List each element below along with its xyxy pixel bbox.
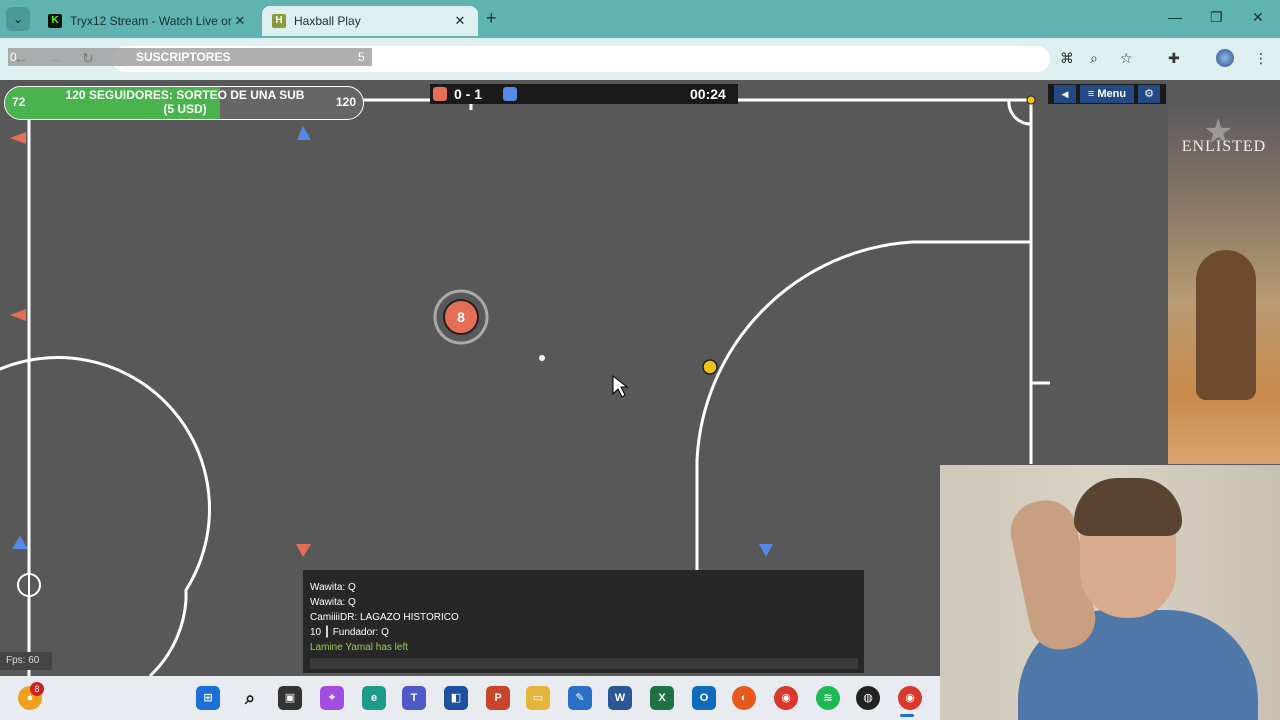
player-number: 8 <box>457 309 465 325</box>
chat-message: 10 ┃ Fundador: Q <box>310 627 389 638</box>
followers-current: 72 <box>12 95 26 109</box>
haxball-favicon-icon: H <box>272 14 286 28</box>
score: 0 - 1 <box>454 86 483 102</box>
obs-icon[interactable]: ◍ <box>856 686 880 710</box>
fps-text: Fps: 60 <box>6 655 40 666</box>
minimize-icon[interactable]: — <box>1168 9 1182 25</box>
teams-icon[interactable]: T <box>402 686 426 710</box>
ad-title: ENLISTED <box>1181 138 1267 155</box>
red-marker-left-mid <box>10 309 26 321</box>
chrome-active-icon[interactable]: ◉ <box>898 686 922 710</box>
tab-close-icon[interactable]: ✕ <box>232 13 248 29</box>
excel-icon[interactable]: X <box>650 686 674 710</box>
firefox-icon[interactable]: ◐ <box>732 686 756 710</box>
paint-icon[interactable]: ✎ <box>568 686 592 710</box>
match-timer: 00:24 <box>690 86 726 102</box>
subscribers-label: SUSCRIPTORES <box>136 50 231 64</box>
chrome-icon[interactable]: ◉ <box>774 686 798 710</box>
blue-marker-top <box>297 126 311 140</box>
translate-icon[interactable]: ⌘ <box>1060 50 1074 67</box>
red-team-flag <box>433 87 447 101</box>
subscribers-count: 5 <box>358 50 365 64</box>
blue-marker-left <box>12 536 28 549</box>
menu-button[interactable]: ≡ Menu <box>1080 85 1134 103</box>
profile-avatar[interactable] <box>1216 49 1234 67</box>
corner-arc <box>1007 99 1032 126</box>
corner-post <box>1026 95 1036 105</box>
subscribers-start: 0 <box>10 50 17 64</box>
red-marker-bottom <box>296 544 311 557</box>
settings-gear-icon[interactable]: ⚙ <box>1138 85 1160 103</box>
ball <box>702 359 718 375</box>
start-icon[interactable]: ⊞ <box>196 686 220 710</box>
spotify-icon[interactable]: ≋ <box>816 686 840 710</box>
collapse-icon[interactable]: ◀ <box>1054 85 1076 103</box>
chat-message: Wawita: Q <box>310 582 356 593</box>
bookmark-star-icon[interactable]: ☆ <box>1120 50 1133 67</box>
notification-badge: 8 <box>30 682 44 696</box>
restore-icon[interactable]: ❐ <box>1210 9 1223 26</box>
task-view-icon[interactable]: ▣ <box>278 686 302 710</box>
chat-input[interactable] <box>310 658 858 669</box>
chat-system-message: Lamine Yamal has left <box>310 642 409 653</box>
store-icon[interactable]: ◧ <box>444 686 468 710</box>
chat-message: Wawita: Q <box>310 597 356 608</box>
zoom-icon[interactable]: ⌕ <box>1090 50 1098 67</box>
tab-close-icon[interactable]: ✕ <box>452 13 468 29</box>
tab-title: Haxball Play <box>294 14 361 28</box>
followers-target: 120 <box>336 95 357 109</box>
file-explorer-icon[interactable]: ▭ <box>526 686 550 710</box>
webcam-person-hair <box>1074 478 1182 536</box>
extensions-icon[interactable]: ✚ <box>1168 50 1180 67</box>
tab-haxball-play[interactable]: H Haxball Play ✕ <box>262 6 478 36</box>
tab-kick-stream[interactable]: K Tryx12 Stream - Watch Live on K ✕ <box>38 6 258 36</box>
copilot-icon[interactable]: ✦ <box>320 686 344 710</box>
mouse-cursor-icon <box>612 374 629 398</box>
chat-message: CamiiiiDR: LAGAZO HISTORICO <box>310 612 459 623</box>
red-marker-left-top <box>10 132 26 144</box>
edge-icon[interactable]: e <box>362 686 386 710</box>
search-icon[interactable]: ⌕ <box>238 686 262 710</box>
active-app-indicator <box>900 714 914 717</box>
followers-goal-text: 120 SEGUIDORES: SORTEO DE UNA SUB (5 USD… <box>65 88 305 116</box>
screen: ⌄ K Tryx12 Stream - Watch Live on K ✕ H … <box>0 0 1280 720</box>
powerpoint-icon[interactable]: P <box>486 686 510 710</box>
windows-taskbar <box>0 676 940 720</box>
field-dot <box>539 355 545 361</box>
blue-marker-bottom <box>759 544 773 557</box>
kebab-menu-icon[interactable]: ⋮ <box>1254 50 1268 67</box>
tab-title: Tryx12 Stream - Watch Live on K <box>70 14 232 28</box>
menu-label: Menu <box>1097 88 1127 100</box>
tab-search-icon[interactable]: ⌄ <box>6 7 30 31</box>
ad-soldier-figure <box>1196 250 1256 400</box>
outlook-icon[interactable]: O <box>692 686 716 710</box>
kick-favicon-icon: K <box>48 14 62 28</box>
word-icon[interactable]: W <box>608 686 632 710</box>
close-window-icon[interactable]: ✕ <box>1252 9 1264 26</box>
blue-team-flag <box>503 87 517 101</box>
center-circle <box>0 356 211 676</box>
new-tab-icon[interactable]: + <box>486 8 497 29</box>
